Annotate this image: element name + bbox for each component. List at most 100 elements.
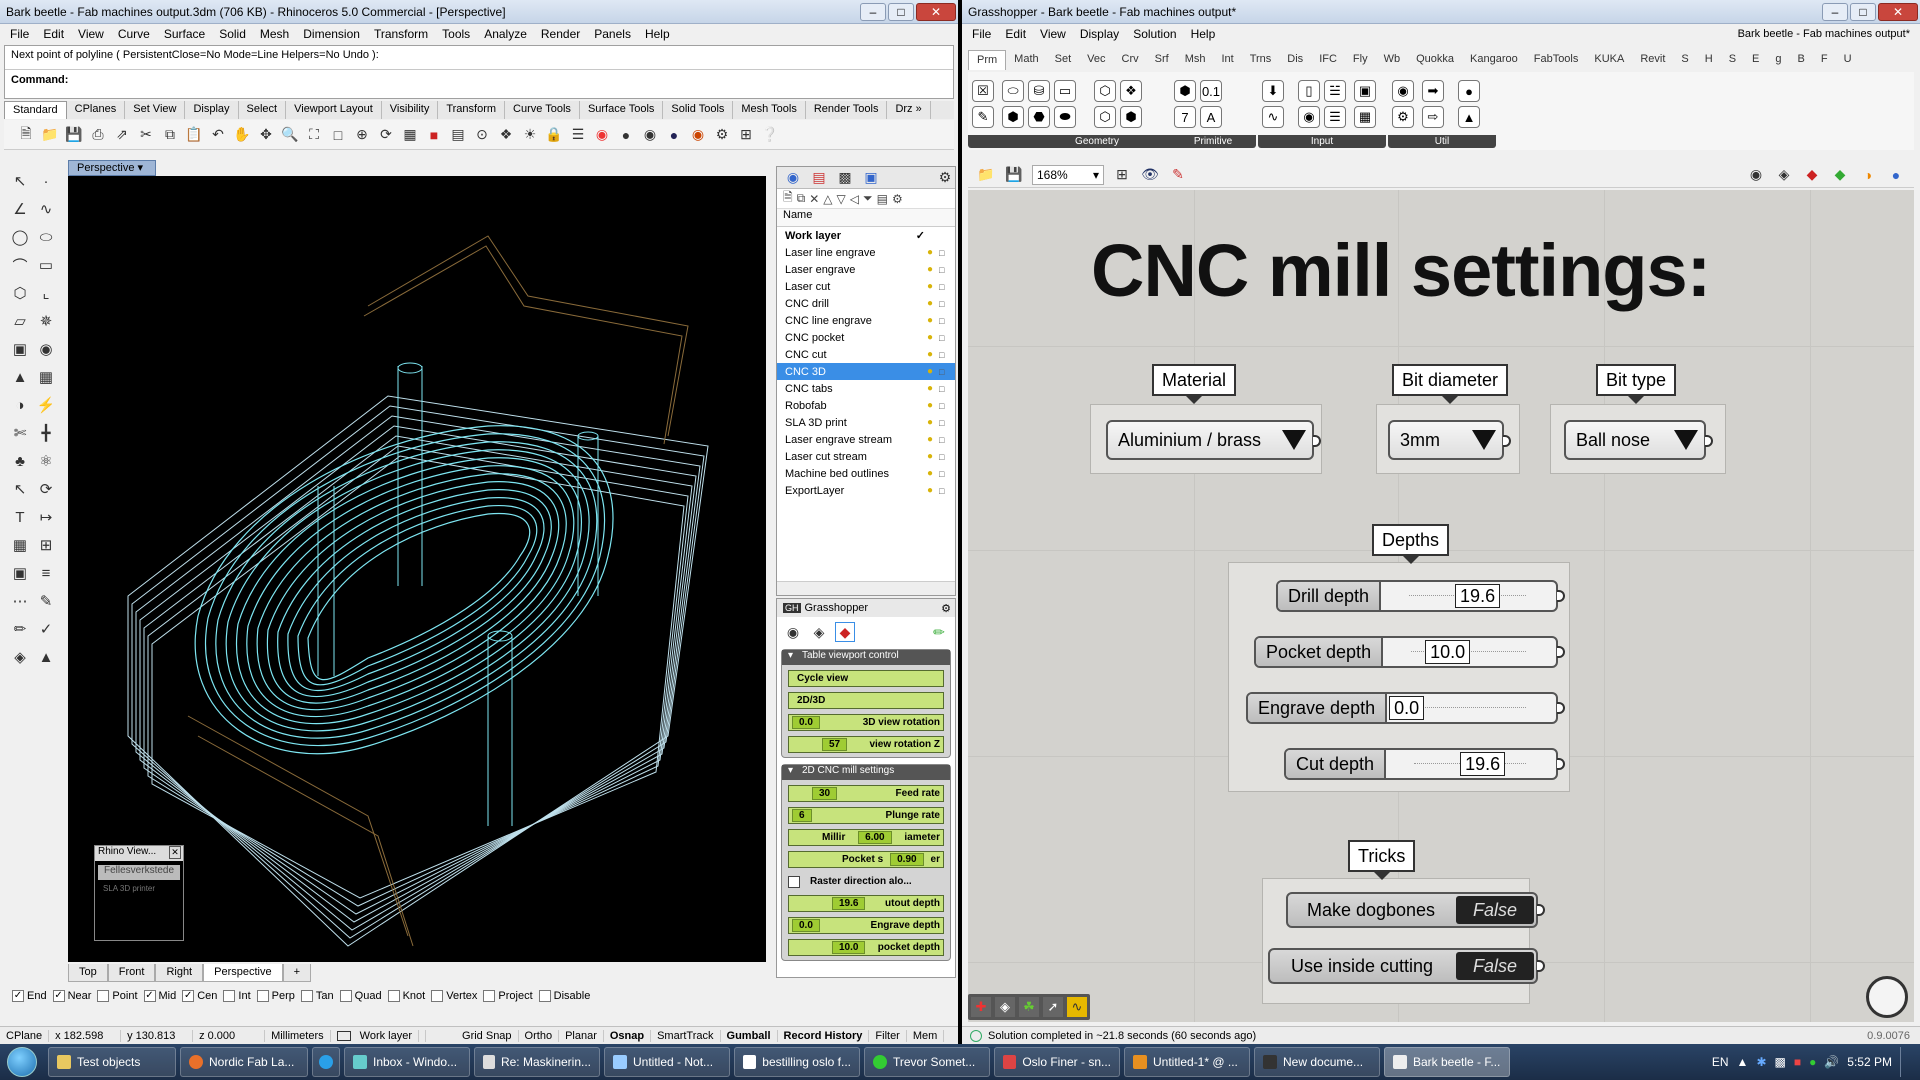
line-component-icon[interactable]: ⛁	[1028, 80, 1050, 102]
vector-component-icon[interactable]: ❖	[1120, 80, 1142, 102]
osnap-near-checkbox[interactable]: ✓	[52, 990, 65, 1003]
lock-icon[interactable]: □	[939, 316, 955, 326]
layer-row[interactable]: Laser engrave stream ● □	[777, 431, 955, 448]
lock-icon[interactable]: 🔒	[544, 125, 564, 145]
status-planar[interactable]: Planar	[559, 1029, 604, 1042]
layer-row[interactable]: Laser cut stream ● □	[777, 448, 955, 465]
osnap-tan[interactable]: Tan	[300, 990, 334, 1003]
preview-wireframe-icon[interactable]: ◈	[1774, 165, 1794, 185]
gh-tab[interactable]: S	[1721, 50, 1744, 70]
surface-component-icon[interactable]: ⬡	[1094, 80, 1116, 102]
save-file-icon[interactable]: 💾	[1004, 165, 1024, 185]
zoom-extents-icon[interactable]: □	[328, 125, 348, 145]
lock-icon[interactable]: □	[939, 248, 955, 258]
tab-render-tools[interactable]: Render Tools	[806, 101, 888, 119]
slider-track[interactable]: 19.6	[1381, 582, 1556, 610]
light-bulb-icon[interactable]: ●	[927, 264, 939, 275]
move-up-icon[interactable]: △	[823, 192, 832, 206]
pocket-stepover-slider[interactable]: Pocket s 0.90 er	[788, 851, 944, 868]
osnap-mid[interactable]: ✓ Mid	[143, 990, 176, 1003]
engrave-depth-slider[interactable]: 0.0 Engrave depth	[788, 917, 944, 934]
osnap-knot-checkbox[interactable]	[387, 990, 400, 1003]
save-icon[interactable]: 💾	[64, 125, 84, 145]
gh-menu-file[interactable]: File	[972, 27, 991, 41]
layer-settings-icon[interactable]: ⚙	[892, 192, 903, 206]
new-sublayer-icon[interactable]: ⧉	[797, 191, 806, 206]
tab-solid-tools[interactable]: Solid Tools	[663, 101, 734, 119]
sketch-line-icon[interactable]: ➚	[1043, 997, 1063, 1017]
osnap-mid-checkbox[interactable]: ✓	[143, 990, 156, 1003]
light-bulb-icon[interactable]: ●	[927, 468, 939, 479]
trim-icon[interactable]: ✄	[10, 423, 30, 443]
graph-icon[interactable]: ∿	[1067, 997, 1087, 1017]
preview-shaded-icon[interactable]: ◆	[1802, 165, 1822, 185]
rhino-view-mini-window[interactable]: Rhino View... ✕ Fellesverkstede SLA 3D pr…	[94, 845, 184, 941]
four-view-icon[interactable]: ▦	[400, 125, 420, 145]
gh-tab[interactable]: FabTools	[1526, 50, 1587, 70]
cherry-icon[interactable]: ◉	[1392, 80, 1414, 102]
layers-scrollbar[interactable]	[777, 581, 955, 595]
output-port[interactable]	[1537, 904, 1545, 916]
grid-icon[interactable]: ▤	[448, 125, 468, 145]
menu-surface[interactable]: Surface	[164, 27, 205, 41]
gradient-input-icon[interactable]: ▣	[1354, 80, 1376, 102]
check-icon[interactable]: ✓	[36, 619, 56, 639]
integer-param-icon[interactable]: 0.1	[1200, 80, 1222, 102]
osnap-vertex[interactable]: Vertex	[431, 990, 477, 1003]
panel-input-icon[interactable]: ▯	[1298, 80, 1320, 102]
options-gear-icon[interactable]: ⚙	[712, 125, 732, 145]
circle-component-icon[interactable]: ⬭	[1002, 80, 1024, 102]
start-button[interactable]	[0, 1044, 44, 1080]
mesh-icon[interactable]: ▦	[36, 367, 56, 387]
drill-depth-slider[interactable]: Drill depth 19.6	[1276, 580, 1565, 612]
mini-window-item[interactable]: Fellesverkstede	[98, 865, 180, 880]
close-button[interactable]: ✕	[916, 2, 956, 21]
osnap-int[interactable]: Int	[223, 990, 251, 1003]
group-header[interactable]: Table viewport control	[782, 650, 950, 665]
open-folder-icon[interactable]: 📁	[40, 125, 60, 145]
menu-edit[interactable]: Edit	[43, 27, 64, 41]
command-line[interactable]: Command:	[5, 70, 953, 90]
dimension-icon[interactable]: ↦	[36, 507, 56, 527]
slider-value[interactable]: 19.6	[1460, 752, 1506, 776]
knob-input-icon[interactable]: ◉	[1298, 106, 1320, 128]
rotate-view-icon[interactable]: ⟳	[376, 125, 396, 145]
join-icon[interactable]: ♣	[10, 451, 30, 471]
zoom-selected-icon[interactable]: ⊕	[352, 125, 372, 145]
lock-icon[interactable]: □	[939, 333, 955, 343]
filter-icon[interactable]: ⏷	[863, 191, 873, 206]
loft-icon[interactable]: ✵	[36, 311, 56, 331]
layer-row[interactable]: Robofab ● □	[777, 397, 955, 414]
output-port[interactable]	[1537, 960, 1545, 972]
sketch-brush-icon[interactable]: ✎	[1168, 165, 1188, 185]
viewport-tab-right[interactable]: Right	[155, 964, 204, 982]
taskbar-item-inbox[interactable]: Inbox - Windo...	[344, 1047, 470, 1077]
layer-row[interactable]: Laser cut ● □	[777, 278, 955, 295]
menu-tools[interactable]: Tools	[442, 27, 470, 41]
osnap-cen-checkbox[interactable]: ✓	[182, 990, 195, 1003]
add-viewport-tab[interactable]: +	[282, 964, 312, 982]
rhino-titlebar[interactable]: Bark beetle - Fab machines output.3dm (7…	[0, 0, 958, 24]
use-inside-cutting-toggle[interactable]: Use inside cutting False	[1268, 948, 1545, 984]
snap-icon[interactable]: ❖	[496, 125, 516, 145]
lock-icon[interactable]: □	[939, 367, 955, 377]
status-filter[interactable]: Filter	[869, 1029, 907, 1042]
tab-viewport-layout[interactable]: Viewport Layout	[286, 101, 382, 119]
bit-type-dropdown[interactable]: Ball nose	[1564, 420, 1713, 460]
taskbar-item-firefox[interactable]: Nordic Fab La...	[180, 1047, 308, 1077]
tab-cplanes[interactable]: CPlanes	[67, 101, 126, 119]
gear-icon[interactable]: ⚙	[941, 602, 951, 615]
print-icon[interactable]: ⎙	[88, 125, 108, 145]
delete-layer-icon[interactable]: ✕	[809, 192, 819, 206]
minimize-button[interactable]: –	[1822, 2, 1848, 21]
undo-icon[interactable]: ↶	[208, 125, 228, 145]
group-component-icon[interactable]: ⬢	[1120, 106, 1142, 128]
osnap-perp-checkbox[interactable]	[256, 990, 269, 1003]
ellipse-icon[interactable]: ⬭	[36, 227, 56, 247]
new-layer-icon[interactable]: 🗎	[783, 188, 793, 209]
status-ortho[interactable]: Ortho	[519, 1029, 560, 1042]
layer-row[interactable]: CNC 3D ● □	[777, 363, 955, 380]
rectangle-icon[interactable]: ▭	[36, 255, 56, 275]
osnap-end[interactable]: ✓ End	[12, 990, 47, 1003]
menu-analyze[interactable]: Analyze	[484, 27, 527, 41]
